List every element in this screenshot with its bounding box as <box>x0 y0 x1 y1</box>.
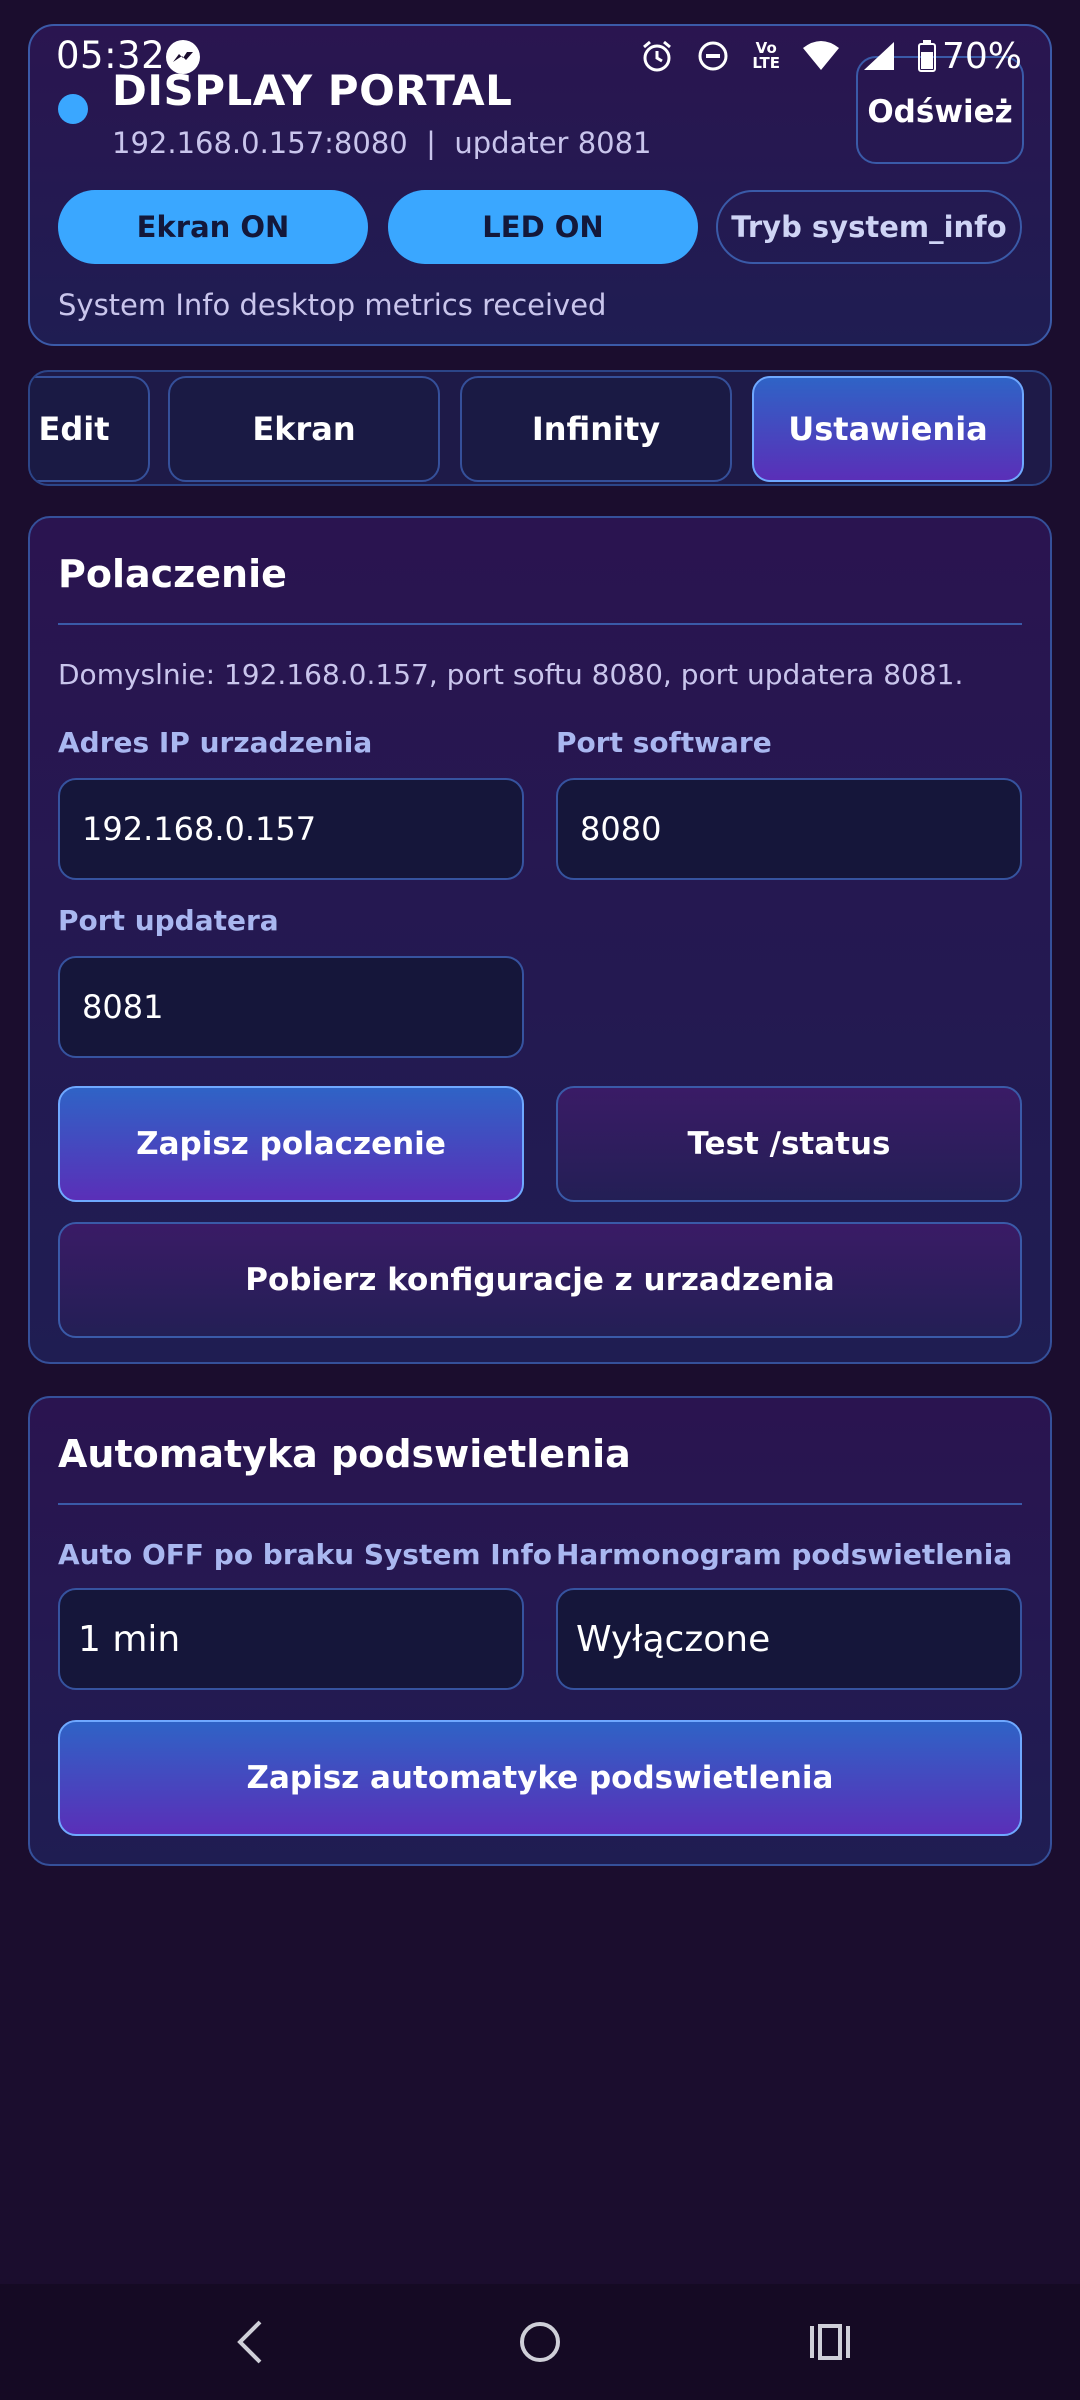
connection-divider <box>58 623 1022 625</box>
tab-bar[interactable]: Edit Ekran Infinity Ustawienia <box>28 370 1052 486</box>
ip-input[interactable]: 192.168.0.157 <box>58 778 524 880</box>
port-updater-input[interactable]: 8081 <box>58 956 524 1058</box>
recents-icon[interactable] <box>806 2314 854 2370</box>
save-connection-button[interactable]: Zapisz polaczenie <box>58 1086 524 1202</box>
battery-percent: 70% <box>941 35 1022 77</box>
tab-ekran-label: Ekran <box>252 410 356 448</box>
volte-bottom: LTE <box>752 54 780 72</box>
schedule-select[interactable]: Wyłączone <box>556 1588 1022 1690</box>
auto-off-label: Auto OFF po braku System Info <box>58 1538 553 1571</box>
wifi-icon <box>802 41 839 70</box>
port-updater-label: Port updatera <box>58 904 279 937</box>
connection-card: Polaczenie Domyslnie: 192.168.0.157, por… <box>28 516 1052 1364</box>
status-icons: Vo LTE 70% <box>640 35 1022 77</box>
connection-title: Polaczenie <box>58 552 287 596</box>
schedule-label: Harmonogram podswietlenia <box>556 1538 1013 1571</box>
led-on-button[interactable]: LED ON <box>388 190 698 264</box>
tab-infinity-label: Infinity <box>531 410 661 448</box>
status-time: 05:32 <box>56 34 166 77</box>
alarm-icon <box>643 40 672 72</box>
port-software-input[interactable]: 8080 <box>556 778 1022 880</box>
tab-ekran[interactable]: Ekran <box>168 376 440 482</box>
tab-ustawienia-label: Ustawienia <box>788 410 988 448</box>
dnd-icon <box>698 41 728 71</box>
ip-label: Adres IP urzadzenia <box>58 726 373 759</box>
backlight-divider <box>58 1503 1022 1505</box>
fetch-config-button[interactable]: Pobierz konfiguracje z urzadzenia <box>58 1222 1022 1338</box>
save-backlight-button[interactable]: Zapisz automatyke podswietlenia <box>58 1720 1022 1836</box>
volte-icon: Vo LTE <box>752 41 780 71</box>
tab-ustawienia[interactable]: Ustawienia <box>752 376 1024 482</box>
status-message: System Info desktop metrics received <box>58 288 607 322</box>
home-icon[interactable] <box>516 2314 564 2370</box>
back-icon[interactable] <box>230 2314 270 2370</box>
backlight-card: Automatyka podswietlenia Auto OFF po bra… <box>28 1396 1052 1866</box>
connection-defaults-note: Domyslnie: 192.168.0.157, port softu 808… <box>58 658 964 691</box>
tab-infinity[interactable]: Infinity <box>460 376 732 482</box>
system-nav-bar <box>0 2284 1080 2400</box>
port-software-label: Port software <box>556 726 772 759</box>
auto-off-select[interactable]: 1 min <box>58 1588 524 1690</box>
screen-on-button[interactable]: Ekran ON <box>58 190 368 264</box>
test-status-button[interactable]: Test /status <box>556 1086 1022 1202</box>
messenger-icon <box>166 40 200 74</box>
battery-icon <box>917 40 936 72</box>
signal-icon <box>863 42 894 70</box>
status-bar: 05:32 Vo LTE 70% <box>0 0 1080 112</box>
tab-edit-label: Edit <box>38 410 110 448</box>
system-info-mode-button[interactable]: Tryb system_info <box>716 190 1022 264</box>
device-address: 192.168.0.157:8080 | updater 8081 <box>112 126 652 160</box>
backlight-title: Automatyka podswietlenia <box>58 1432 631 1476</box>
battery-indicator: 70% <box>917 35 1022 77</box>
tab-edit[interactable]: Edit <box>30 376 150 482</box>
